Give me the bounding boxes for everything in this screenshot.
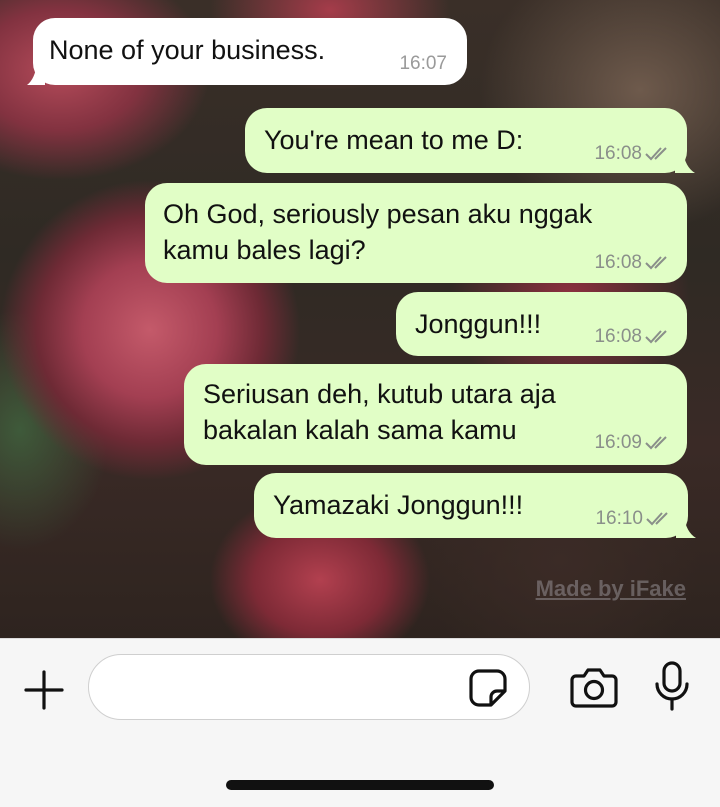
message-time: 16:08 — [594, 252, 642, 273]
message-text: None of your business. — [49, 35, 326, 65]
plus-icon[interactable] — [22, 668, 66, 712]
message-bubble-outgoing[interactable]: You're mean to me D: 16:08 — [245, 108, 695, 173]
message-time: 16:10 — [595, 508, 643, 529]
message-text: Seriusan deh, kutub utara aja — [203, 379, 556, 409]
message-time: 16:07 — [399, 53, 447, 74]
bubble-tail — [676, 516, 696, 538]
message-bubble-incoming[interactable]: None of your business. 16:07 — [27, 18, 467, 85]
sticker-icon[interactable] — [467, 667, 509, 709]
message-text: You're mean to me D: — [264, 125, 524, 155]
message-bubble-outgoing[interactable]: Seriusan deh, kutub utara aja bakalan ka… — [184, 364, 687, 465]
message-meta: 16:09 — [594, 432, 673, 454]
message-time: 16:08 — [594, 143, 642, 164]
message-text: Oh God, seriously pesan aku nggak — [163, 199, 593, 229]
message-meta: 16:08 — [594, 143, 673, 165]
microphone-icon[interactable] — [652, 660, 692, 712]
message-bubble-outgoing[interactable]: Yamazaki Jonggun!!! 16:10 — [254, 473, 696, 538]
message-meta: 16:07 — [399, 53, 447, 75]
message-meta: 16:10 — [595, 508, 674, 530]
message-time: 16:08 — [594, 326, 642, 347]
message-input[interactable] — [88, 654, 530, 720]
double-check-icon — [645, 256, 667, 270]
bubble-tail — [675, 151, 695, 173]
home-indicator[interactable] — [226, 780, 494, 790]
double-check-icon — [645, 436, 667, 450]
message-meta: 16:08 — [594, 252, 673, 274]
camera-icon[interactable] — [570, 664, 618, 710]
double-check-icon — [645, 147, 667, 161]
message-bubble-outgoing[interactable]: Oh God, seriously pesan aku nggak kamu b… — [145, 183, 687, 283]
double-check-icon — [646, 512, 668, 526]
message-meta: 16:08 — [594, 326, 673, 348]
bubble-tail — [27, 63, 45, 85]
chat-background: None of your business. 16:07 You're mean… — [0, 0, 720, 638]
watermark: Made by iFake — [535, 576, 686, 601]
message-text: kamu bales lagi? — [163, 235, 366, 265]
message-bubble-outgoing[interactable]: Jonggun!!! 16:08 — [396, 292, 687, 356]
message-time: 16:09 — [594, 432, 642, 453]
double-check-icon — [645, 330, 667, 344]
